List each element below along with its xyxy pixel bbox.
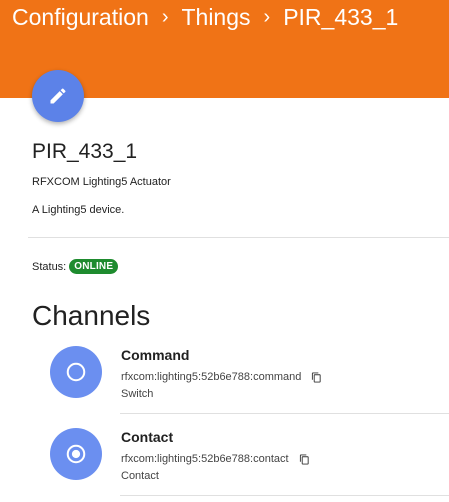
channel-name: Command <box>121 347 190 363</box>
breadcrumb-configuration[interactable]: Configuration <box>12 4 149 31</box>
divider <box>120 495 449 496</box>
divider <box>28 237 449 238</box>
channels-heading: Channels <box>32 300 151 331</box>
copy-icon[interactable] <box>311 371 322 383</box>
channel-type: Switch <box>121 388 154 400</box>
channel-uid-text: rfxcom:lighting5:52b6e788:command <box>121 371 302 383</box>
channel-item-contact[interactable]: Contact rfxcom:lighting5:52b6e788:contac… <box>0 422 449 502</box>
breadcrumb-separator: › <box>263 6 271 28</box>
edit-button[interactable] <box>32 70 84 122</box>
channel-uid: rfxcom:lighting5:52b6e788:command <box>121 371 322 383</box>
thing-type: RFXCOM Lighting5 Actuator <box>32 176 171 188</box>
divider <box>120 413 449 414</box>
radio-unchecked-icon <box>50 346 102 398</box>
copy-icon[interactable] <box>299 453 310 465</box>
status-badge: ONLINE <box>69 259 119 274</box>
status-label: Status: <box>32 260 67 273</box>
breadcrumb-separator: › <box>161 6 169 28</box>
channel-uid-text: rfxcom:lighting5:52b6e788:contact <box>121 453 289 465</box>
breadcrumb: Configuration › Things › PIR_433_1 <box>12 4 398 31</box>
thing-title: PIR_433_1 <box>32 140 138 163</box>
channel-type: Contact <box>121 470 159 482</box>
thing-description: A Lighting5 device. <box>32 204 125 216</box>
channel-name: Contact <box>121 429 174 445</box>
pencil-icon <box>50 88 66 104</box>
channel-uid: rfxcom:lighting5:52b6e788:contact <box>121 453 310 465</box>
breadcrumb-current-thing: PIR_433_1 <box>283 4 399 30</box>
channel-item-command[interactable]: Command rfxcom:lighting5:52b6e788:comman… <box>0 340 449 420</box>
status-row: Status: ONLINE <box>32 259 119 274</box>
radio-checked-icon <box>50 428 102 480</box>
breadcrumb-things[interactable]: Things <box>181 4 250 31</box>
